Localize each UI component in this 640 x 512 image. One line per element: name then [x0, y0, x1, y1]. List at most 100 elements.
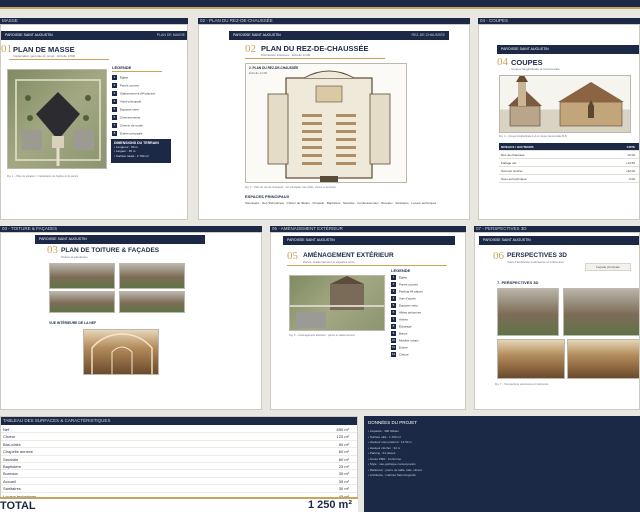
legend-item: 7 Chemin de ronde [112, 123, 144, 128]
legend-item: 5 Espaces verts [112, 107, 139, 112]
section-title: COUPES [511, 58, 543, 67]
section-elevation-drawing [508, 76, 624, 127]
legend-item: 3 Parking 64 places [391, 289, 423, 294]
section-number: 05 [287, 250, 298, 262]
plan-scale: Échelle 1/100 [249, 71, 268, 75]
sheet-band: PAROISSE SAINT AUGUSTIN REZ-DE-CHAUSSÉE [229, 31, 449, 40]
sheet-rez-de-chaussee[interactable]: PAROISSE SAINT AUGUSTIN REZ-DE-CHAUSSÉE … [198, 24, 470, 220]
table-row: Faîtage nef +14.50 [499, 159, 639, 167]
project-data-item: • Matériaux : pierre de taille, tuile, v… [368, 467, 423, 472]
table-row: Bas-côtés 80 m² [1, 441, 357, 449]
legend-item: 2 Parvis couvert [391, 282, 419, 287]
project-data-item: • Hauteur clocher : 32 m [368, 445, 401, 450]
legend-item: 4 Voie d'accès [391, 296, 416, 301]
legend-item: 5 Espaces verts [391, 303, 418, 308]
sheet-band: PAROISSE SAINT AUGUSTIN [283, 236, 455, 245]
perspectives-label: 7. PERSPECTIVES 3D [497, 280, 539, 285]
sheet-coupes[interactable]: PAROISSE SAINT AUGUSTIN 04 COUPES Coupes… [478, 24, 640, 220]
roof-plan-image[interactable] [49, 263, 115, 289]
surfaces-caption: TABLEAU DES SURFACES & CARACTÉRISTIQUES [1, 417, 357, 425]
facade-side-image[interactable] [49, 291, 115, 313]
gold-rule [9, 59, 109, 60]
project-data-title: DONNÉES DU PROJET [368, 420, 418, 425]
sheet-perspectives-3d[interactable]: PAROISSE SAINT AUGUSTIN 06 PERSPECTIVES … [474, 232, 640, 410]
section-body: Sanctuaire · Nef (300 places) · Chœur de… [245, 201, 437, 205]
perspective-interior-1[interactable] [497, 339, 565, 379]
interior-view-label: VUE INTÉRIEURE DE LA NEF [49, 321, 97, 325]
legend-title: LÉGENDE [112, 65, 132, 70]
band-project-name: PAROISSE SAINT AUGUSTIN [5, 33, 53, 37]
section-title: AMÉNAGEMENT EXTÉRIEUR [303, 252, 394, 259]
table-header-row: NIVEAUX / HAUTEURS COTE [499, 143, 639, 151]
section-title: PLAN DE TOITURE & FAÇADES [61, 247, 160, 254]
legend-item: 1 Église [391, 275, 408, 280]
table-row: Sanitaires 30 m² [1, 485, 357, 493]
section-subtitle: Parvis, stationnement et espaces verts [303, 260, 355, 264]
legend-item: 8 Entrée principale [112, 131, 143, 136]
gold-rule [245, 58, 385, 59]
legend-item: 9 Bancs [391, 331, 408, 336]
table-row: Sommet clocher +32.00 [499, 167, 639, 175]
site-plan-image[interactable] [7, 69, 107, 169]
legend-item: 3 Stationnement (64 places) [112, 91, 156, 96]
project-data-item: • Hauteur sous plafond : 14.50 m [368, 440, 412, 444]
exterior-plan-image[interactable] [289, 275, 385, 331]
plan-label: 2. PLAN DU REZ-DE-CHAUSSÉE [249, 66, 299, 70]
sheet-plan-de-masse[interactable]: PAROISSE SAINT AUGUSTIN PLAN DE MASSE 01… [0, 24, 188, 220]
section-number: 02 [245, 43, 256, 55]
project-data-item: • Accès PMR : Conforme [368, 456, 402, 461]
section-subtitle: Coupes longitudinale et transversale [511, 67, 560, 71]
view-selector-pill[interactable]: Façade principale [585, 263, 631, 271]
gold-rule [287, 265, 447, 266]
legend-item: 11 Entrée [391, 345, 408, 350]
legend-item: 1 Église [112, 75, 129, 80]
section-title: PLAN DU REZ-DE-CHAUSSÉE [261, 44, 369, 53]
legend-item: 4 Voirie principale [112, 99, 142, 104]
facade-rear-image[interactable] [119, 291, 185, 313]
figure-caption: Fig. 5 – Aménagement extérieur : parvis … [289, 334, 355, 337]
ground-floor-plan-image[interactable]: 2. PLAN DU REZ-DE-CHAUSSÉE Échelle 1/100 [245, 63, 407, 183]
section-title: PLAN DE MASSE [13, 45, 75, 54]
table-row: Chapelle annexe 60 m² [1, 448, 357, 456]
band-project-name: PAROISSE SAINT AUGUSTIN [483, 238, 531, 242]
facade-main-image[interactable] [119, 263, 185, 289]
legend-item: 10 Mobilier urbain [391, 338, 419, 343]
section-subtitle: Distribution intérieure · Échelle 1/100 [261, 53, 311, 57]
gold-rule [112, 71, 162, 72]
terrain-dimensions-box: DIMENSIONS DU TERRAIN • Longueur : 60 m … [111, 139, 171, 163]
legend-item: 6 Allées piétonnes [391, 310, 422, 315]
project-data-panel: DONNÉES DU PROJET • Capacité : 300 fidèl… [364, 416, 640, 512]
table-row: Bureaux 35 m² [1, 470, 357, 478]
table-row: Chœur 120 m² [1, 433, 357, 441]
legend-item: 8 Éclairage [391, 324, 412, 329]
section-subtitle: Toiture et élévations [61, 255, 88, 259]
band-project-name: PAROISSE SAINT AUGUSTIN [233, 33, 281, 37]
table-row: Rez-de-chaussée ±0.00 [499, 151, 639, 159]
floor-plan-drawing [267, 70, 391, 182]
perspective-exterior-2[interactable] [563, 288, 639, 336]
nave-interior-image[interactable] [83, 329, 159, 375]
perspective-interior-2[interactable] [567, 339, 639, 379]
legend-title: LÉGENDE [391, 268, 411, 273]
section-subtitle: Vues d'ambiance extérieures et intérieur… [507, 260, 564, 264]
legend-item: 2 Parvis couvert [112, 83, 140, 88]
band-project-name: PAROISSE SAINT AUGUSTIN [287, 238, 335, 242]
project-data-item: • Style : néo-gothique contemporain [368, 462, 416, 466]
band-section-name: REZ-DE-CHAUSSÉE [411, 33, 445, 37]
sheet-band: PAROISSE SAINT AUGUSTIN [35, 235, 205, 244]
section-number: 01 [1, 43, 12, 55]
exterior-plan-drawing [290, 276, 384, 328]
sheet-band: PAROISSE SAINT AUGUSTIN [479, 236, 639, 245]
legend-item: 7 Arbres [391, 317, 408, 322]
top-bar [0, 0, 640, 9]
sheet-amenagement-exterieur[interactable]: PAROISSE SAINT AUGUSTIN 05 AMÉNAGEMENT E… [270, 232, 466, 410]
figure-caption: Fig. 1 – Plan de situation : implantatio… [7, 175, 79, 178]
sheet-band: PAROISSE SAINT AUGUSTIN [497, 45, 639, 54]
sheet-toiture-facades[interactable]: PAROISSE SAINT AUGUSTIN 03 PLAN DE TOITU… [0, 232, 262, 410]
figure-caption: Fig. 2 – Plan du rez-de-chaussée : nef p… [245, 186, 336, 189]
nave-arches [91, 333, 153, 374]
sheet-band: PAROISSE SAINT AUGUSTIN PLAN DE MASSE [1, 31, 187, 40]
surfaces-total-row: TOTAL 1 250 m² [0, 497, 358, 512]
section-drawing-image[interactable] [499, 75, 631, 133]
perspective-exterior-1[interactable] [497, 288, 559, 336]
